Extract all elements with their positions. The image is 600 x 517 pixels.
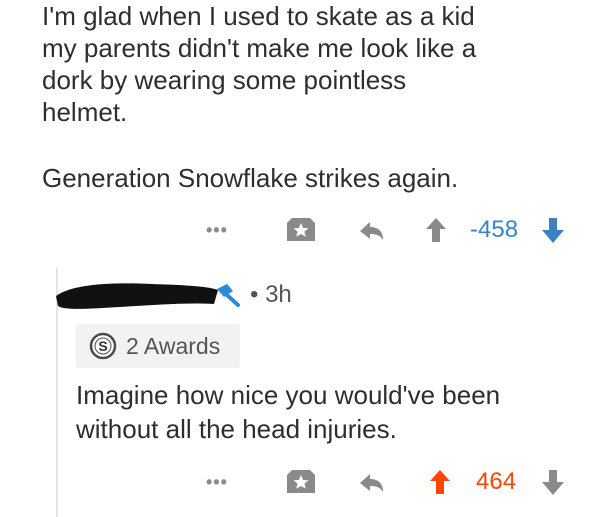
- svg-text:S: S: [98, 338, 107, 354]
- awards-label: 2 Awards: [126, 332, 221, 359]
- more-options-button[interactable]: •••: [206, 466, 228, 498]
- save-button[interactable]: [284, 214, 318, 246]
- comment-score: 464: [476, 468, 517, 495]
- upvote-button[interactable]: [424, 214, 448, 246]
- reply-comment-line: without all the head injuries.: [76, 414, 397, 444]
- parent-comment-line: my parents didn't make me look like a: [42, 33, 477, 63]
- save-icon: [287, 218, 315, 241]
- redacted-username: [56, 283, 218, 309]
- upvote-button[interactable]: [428, 466, 452, 498]
- comment-meta: • 3h: [214, 278, 292, 312]
- reply-arrow-icon: [360, 222, 383, 240]
- downvote-button[interactable]: [540, 466, 566, 498]
- comment-score: -458: [470, 216, 519, 243]
- parent-comment-line: I'm glad when I used to skate as a kid: [42, 1, 475, 31]
- comment-timestamp: • 3h: [250, 281, 292, 308]
- parent-comment-body: I'm glad when I used to skate as a kid m…: [42, 0, 582, 194]
- downvote-arrow-icon: [542, 470, 564, 495]
- awards-badge[interactable]: S 2 Awards: [76, 324, 240, 368]
- reply-button[interactable]: [356, 466, 386, 498]
- reply-comment-line: Imagine how nice you would've been: [76, 380, 501, 410]
- upvote-arrow-icon: [426, 218, 446, 242]
- upvote-arrow-icon: [430, 470, 450, 494]
- parent-comment-second-paragraph: Generation Snowflake strikes again.: [42, 163, 459, 193]
- parent-comment-line: helmet.: [42, 97, 128, 127]
- mod-shield-icon: [217, 284, 240, 307]
- downvote-arrow-icon: [542, 218, 564, 243]
- reply-button[interactable]: [356, 214, 386, 246]
- parent-comment-line: dork by wearing some pointless: [42, 65, 407, 95]
- reply-arrow-icon: [360, 474, 383, 492]
- downvote-button[interactable]: [540, 214, 566, 246]
- more-options-button[interactable]: •••: [206, 214, 228, 246]
- save-icon: [287, 470, 315, 493]
- save-button[interactable]: [284, 466, 318, 498]
- silver-award-icon: S: [89, 332, 117, 360]
- reply-comment-body: Imagine how nice you would've been witho…: [76, 378, 586, 446]
